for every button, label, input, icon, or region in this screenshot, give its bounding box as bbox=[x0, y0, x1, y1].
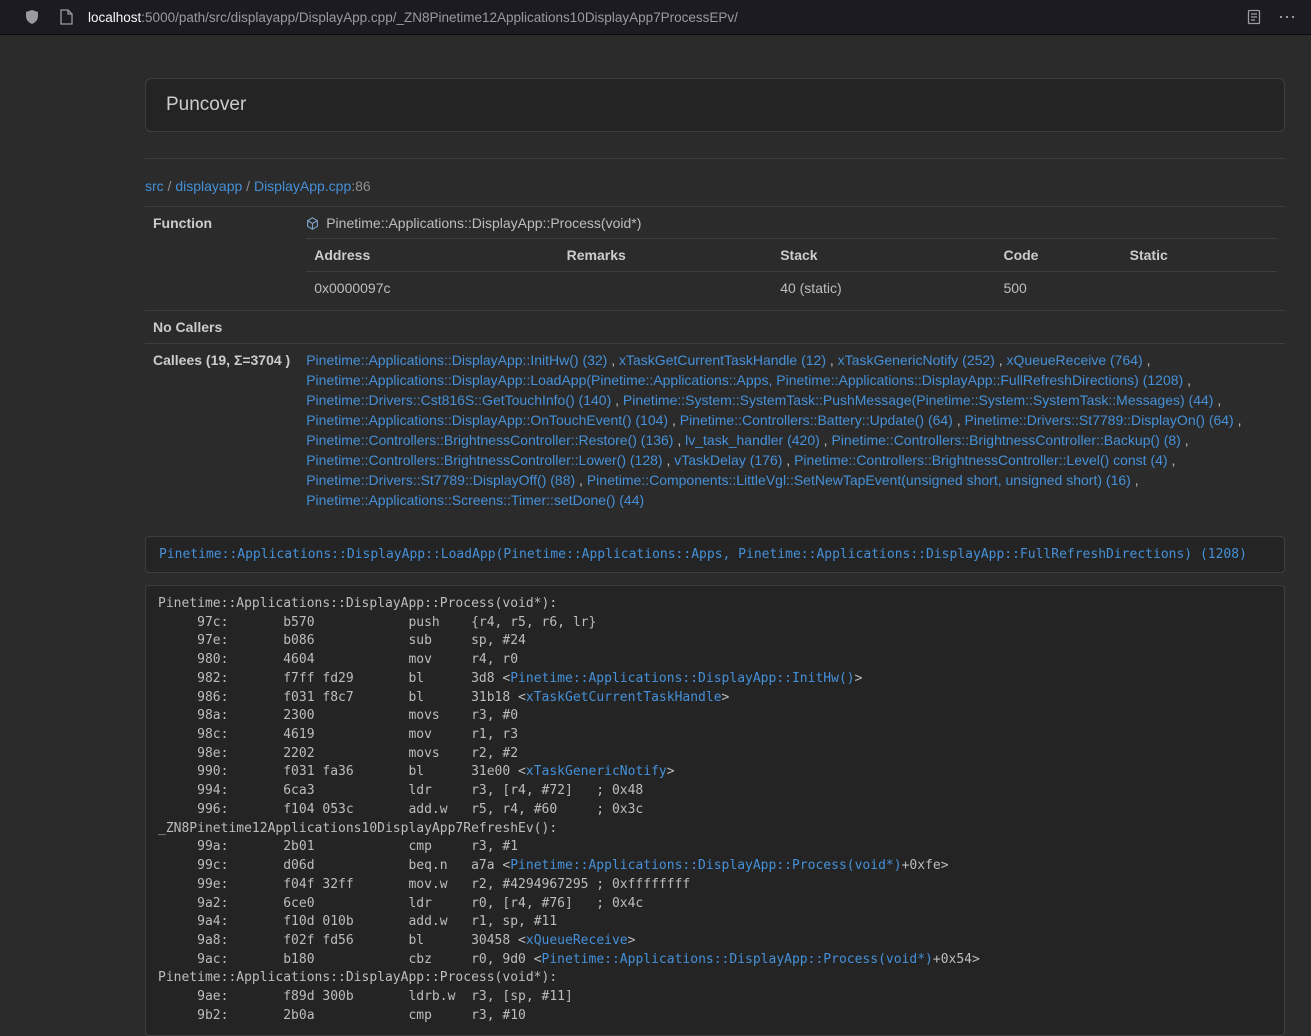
function-label: Function bbox=[145, 207, 298, 311]
callee-link[interactable]: Pinetime::Drivers::St7789::DisplayOff() … bbox=[306, 472, 575, 488]
page-icon[interactable] bbox=[56, 7, 76, 27]
callee-link[interactable]: Pinetime::Components::LittleVgl::SetNewT… bbox=[587, 472, 1131, 488]
col-stack: Stack bbox=[772, 239, 995, 272]
callee-link[interactable]: xTaskGenericNotify (252) bbox=[838, 352, 995, 368]
no-callers-row: No Callers bbox=[145, 311, 1285, 344]
breadcrumb-line-number: :86 bbox=[351, 178, 370, 194]
col-address: Address bbox=[306, 239, 558, 272]
callee-link[interactable]: xQueueReceive (764) bbox=[1007, 352, 1143, 368]
col-static: Static bbox=[1122, 239, 1277, 272]
callee-separator: , bbox=[1234, 412, 1242, 428]
app-title-panel: Puncover bbox=[145, 78, 1285, 132]
callee-separator: , bbox=[782, 452, 794, 468]
callee-separator: , bbox=[611, 392, 623, 408]
asm-symbol-link[interactable]: Pinetime::Applications::DisplayApp::Proc… bbox=[542, 952, 933, 967]
callee-link[interactable]: Pinetime::Controllers::BrightnessControl… bbox=[306, 452, 662, 468]
breadcrumb: src / displayapp / DisplayApp.cpp:86 bbox=[145, 178, 1285, 194]
col-code: Code bbox=[995, 239, 1121, 272]
callee-separator: , bbox=[1213, 392, 1221, 408]
callee-link[interactable]: Pinetime::Applications::DisplayApp::Load… bbox=[306, 372, 1183, 388]
function-table: Function Pinetime::Applications::Display… bbox=[145, 206, 1285, 516]
divider bbox=[145, 158, 1285, 159]
callee-separator: , bbox=[668, 412, 680, 428]
breadcrumb-link[interactable]: displayapp bbox=[175, 178, 242, 194]
callees-row: Callees (19, Σ=3704 ) Pinetime::Applicat… bbox=[145, 344, 1285, 517]
callees-label: Callees (19, Σ=3704 ) bbox=[145, 344, 298, 517]
callee-separator: , bbox=[663, 452, 675, 468]
breadcrumb-separator: / bbox=[164, 178, 176, 194]
callee-link[interactable]: Pinetime::Applications::Screens::Timer::… bbox=[306, 492, 644, 508]
address-value: 0x0000097c bbox=[306, 272, 558, 305]
callee-separator: , bbox=[820, 432, 832, 448]
callees-list: Pinetime::Applications::DisplayApp::Init… bbox=[298, 344, 1285, 517]
callee-link[interactable]: vTaskDelay (176) bbox=[674, 452, 782, 468]
callee-separator: , bbox=[1168, 452, 1176, 468]
breadcrumb-link[interactable]: src bbox=[145, 178, 164, 194]
callee-link[interactable]: Pinetime::Drivers::Cst816S::GetTouchInfo… bbox=[306, 392, 611, 408]
callee-separator: , bbox=[1143, 352, 1151, 368]
callee-link[interactable]: Pinetime::Controllers::BrightnessControl… bbox=[306, 432, 673, 448]
callee-separator: , bbox=[995, 352, 1007, 368]
callee-link[interactable]: Pinetime::Drivers::St7789::DisplayOn() (… bbox=[965, 412, 1234, 428]
stats-value-row: 0x0000097c 40 (static) 500 bbox=[306, 272, 1277, 305]
callee-link[interactable]: Pinetime::Controllers::BrightnessControl… bbox=[831, 432, 1180, 448]
callee-link[interactable]: Pinetime::Controllers::Battery::Update()… bbox=[680, 412, 953, 428]
shield-icon[interactable] bbox=[22, 7, 42, 27]
callee-link[interactable]: Pinetime::Applications::DisplayApp::OnTo… bbox=[306, 412, 668, 428]
function-name: Pinetime::Applications::DisplayApp::Proc… bbox=[326, 213, 641, 233]
url-path: :5000/path/src/displayapp/DisplayApp.cpp… bbox=[141, 10, 738, 25]
col-remarks: Remarks bbox=[559, 239, 773, 272]
remarks-value bbox=[559, 272, 773, 305]
function-name-row: Pinetime::Applications::DisplayApp::Proc… bbox=[306, 213, 1277, 233]
callee-link[interactable]: Pinetime::Applications::DisplayApp::Init… bbox=[306, 352, 607, 368]
callee-separator: , bbox=[575, 472, 587, 488]
callee-separator: , bbox=[953, 412, 965, 428]
function-row: Function Pinetime::Applications::Display… bbox=[145, 207, 1285, 311]
function-symbol-icon bbox=[306, 217, 319, 230]
asm-symbol-link[interactable]: xQueueReceive bbox=[526, 933, 628, 948]
breadcrumb-link[interactable]: DisplayApp.cpp bbox=[254, 178, 351, 194]
callee-separator: , bbox=[1181, 432, 1189, 448]
callee-separator: , bbox=[607, 352, 619, 368]
callee-separator: , bbox=[1131, 472, 1139, 488]
function-stats-table: Address Remarks Stack Code Static 0x0000… bbox=[306, 238, 1277, 304]
symbol-banner: Pinetime::Applications::DisplayApp::Load… bbox=[145, 536, 1285, 573]
breadcrumb-separator: / bbox=[242, 178, 254, 194]
callee-separator: , bbox=[1183, 372, 1191, 388]
reader-view-icon[interactable] bbox=[1244, 7, 1264, 27]
callee-link[interactable]: Pinetime::System::SystemTask::PushMessag… bbox=[623, 392, 1214, 408]
asm-symbol-link[interactable]: xTaskGenericNotify bbox=[526, 764, 667, 779]
callee-link[interactable]: xTaskGetCurrentTaskHandle (12) bbox=[619, 352, 826, 368]
asm-symbol-link[interactable]: Pinetime::Applications::DisplayApp::Init… bbox=[510, 671, 854, 686]
asm-symbol-link[interactable]: xTaskGetCurrentTaskHandle bbox=[526, 690, 722, 705]
code-value: 500 bbox=[995, 272, 1121, 305]
callee-link[interactable]: Pinetime::Controllers::BrightnessControl… bbox=[794, 452, 1167, 468]
assembly-code: Pinetime::Applications::DisplayApp::Proc… bbox=[145, 585, 1285, 1036]
url-bar[interactable]: localhost:5000/path/src/displayapp/Displ… bbox=[88, 10, 1232, 25]
callee-separator: , bbox=[826, 352, 838, 368]
asm-symbol-link[interactable]: Pinetime::Applications::DisplayApp::Proc… bbox=[510, 858, 901, 873]
stats-header-row: Address Remarks Stack Code Static bbox=[306, 239, 1277, 272]
no-callers-label: No Callers bbox=[145, 311, 298, 344]
static-value bbox=[1122, 272, 1277, 305]
symbol-banner-link[interactable]: Pinetime::Applications::DisplayApp::Load… bbox=[159, 547, 1247, 562]
page-title: Puncover bbox=[166, 94, 1264, 116]
callee-link[interactable]: lv_task_handler (420) bbox=[685, 432, 820, 448]
url-host: localhost bbox=[88, 10, 141, 25]
page-container: Puncover src / displayapp / DisplayApp.c… bbox=[145, 78, 1285, 1036]
callee-separator: , bbox=[673, 432, 685, 448]
browser-toolbar: localhost:5000/path/src/displayapp/Displ… bbox=[0, 0, 1311, 35]
more-options-icon[interactable]: ⋯ bbox=[1278, 8, 1297, 26]
stack-value: 40 (static) bbox=[772, 272, 995, 305]
